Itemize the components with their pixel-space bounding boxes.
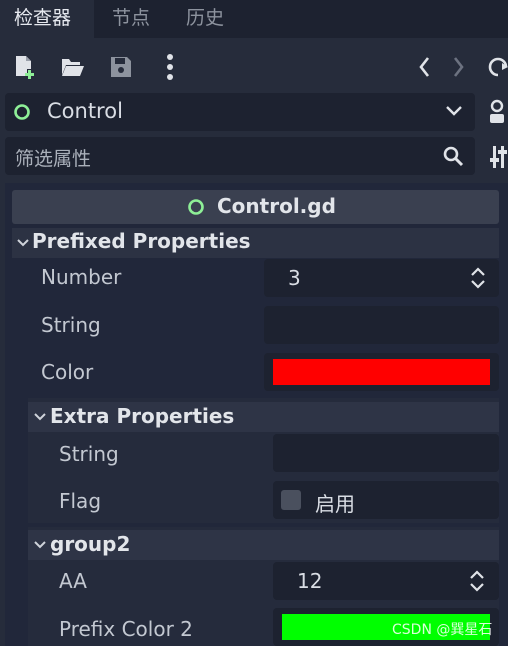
- property-label-prefix-color-2: Prefix Color 2: [59, 617, 193, 641]
- control-circle-icon: [187, 198, 205, 216]
- property-label-aa: AA: [59, 569, 87, 593]
- chevron-down-icon: [445, 105, 463, 117]
- flag-checkbox[interactable]: 启用: [273, 481, 499, 519]
- property-label-flag: Flag: [59, 489, 102, 513]
- section-title: Extra Properties: [50, 404, 235, 428]
- property-label-string: String: [41, 313, 101, 337]
- chevron-down-icon: [34, 412, 46, 422]
- save-icon[interactable]: [109, 55, 133, 79]
- script-header[interactable]: Control.gd: [12, 190, 499, 224]
- tab-inspector[interactable]: 检查器: [0, 0, 94, 38]
- back-icon[interactable]: [416, 55, 432, 79]
- forward-icon[interactable]: [451, 55, 467, 79]
- number-value: 3: [288, 266, 301, 290]
- chevron-down-icon: [34, 540, 46, 550]
- property-label-extra-string: String: [59, 442, 119, 466]
- chevron-down-icon: [17, 238, 29, 248]
- watermark: CSDN @巽星石: [392, 622, 493, 638]
- updown-arrows-icon[interactable]: [469, 569, 485, 593]
- tab-label: 历史: [186, 7, 225, 29]
- node-docs-icon[interactable]: [486, 99, 508, 127]
- updown-arrows-icon[interactable]: [470, 266, 486, 290]
- history-icon[interactable]: [488, 55, 508, 79]
- tab-bar: 检查器 节点 历史: [0, 0, 508, 38]
- extra-string-input[interactable]: [273, 434, 499, 472]
- script-name: Control.gd: [217, 194, 336, 218]
- section-prefixed-properties[interactable]: Prefixed Properties: [12, 228, 499, 258]
- control-circle-icon: [13, 103, 31, 121]
- tab-node[interactable]: 节点: [98, 0, 168, 38]
- checkbox-label: 启用: [315, 492, 355, 516]
- color-swatch: [273, 359, 490, 385]
- tab-label: 检查器: [14, 7, 72, 29]
- tab-history[interactable]: 历史: [172, 0, 242, 38]
- aa-value: 12: [297, 569, 323, 593]
- tab-label: 节点: [112, 7, 151, 29]
- filter-placeholder: 筛选属性: [15, 148, 92, 170]
- number-spinbox[interactable]: 3: [264, 259, 499, 297]
- section-title: Prefixed Properties: [32, 229, 251, 253]
- open-folder-icon[interactable]: [60, 56, 86, 78]
- property-label-color: Color: [41, 360, 94, 384]
- tools-icon[interactable]: [490, 144, 508, 170]
- filter-input[interactable]: 筛选属性: [5, 137, 475, 175]
- object-selector[interactable]: Control: [5, 93, 475, 131]
- object-name: Control: [47, 99, 123, 123]
- color-picker-button[interactable]: [264, 353, 499, 391]
- checkbox-box[interactable]: [281, 490, 301, 510]
- new-resource-icon[interactable]: [14, 54, 38, 80]
- search-icon: [442, 145, 464, 167]
- section-group2[interactable]: group2: [28, 530, 499, 560]
- property-label-number: Number: [41, 265, 122, 289]
- aa-spinbox[interactable]: 12: [273, 562, 499, 600]
- section-extra-properties[interactable]: Extra Properties: [28, 402, 499, 432]
- more-vertical-icon[interactable]: [164, 52, 176, 82]
- string-input[interactable]: [264, 306, 499, 344]
- section-title: group2: [50, 532, 131, 556]
